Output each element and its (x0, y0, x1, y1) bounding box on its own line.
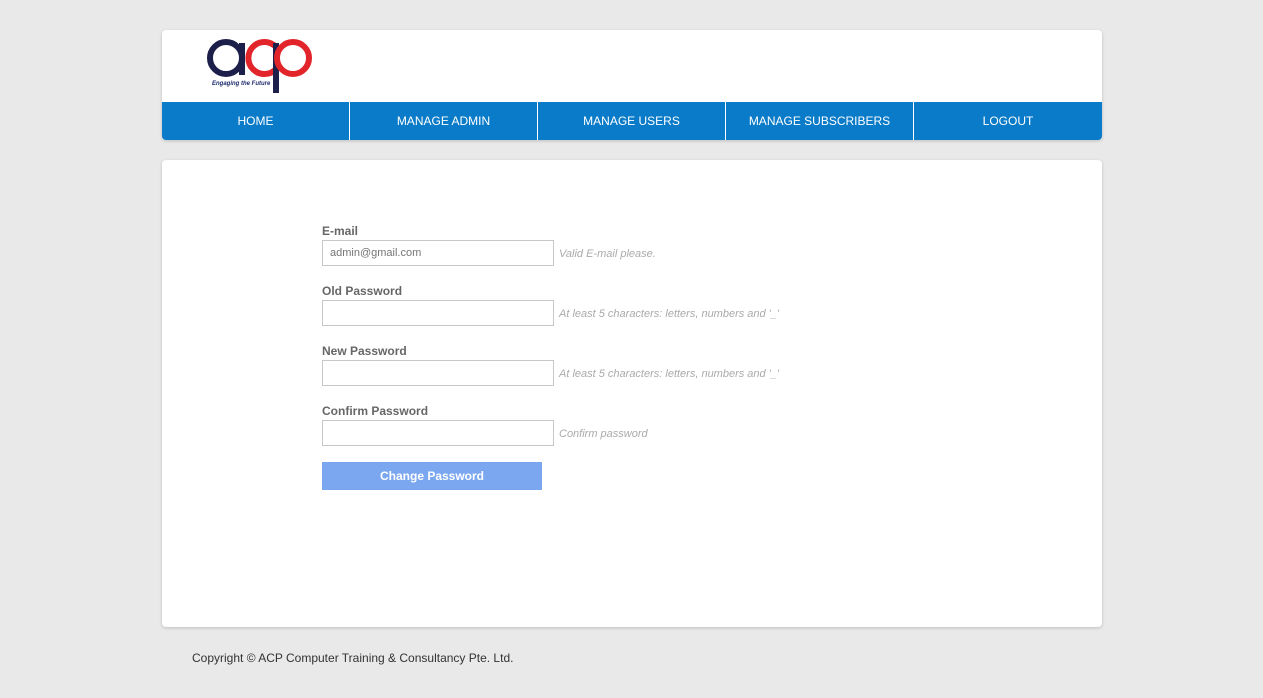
old-password-label: Old Password (322, 284, 403, 298)
confirm-password-hint: Confirm password (559, 428, 648, 440)
logo-tagline: Engaging the Future (212, 81, 271, 87)
confirm-password-label: Confirm Password (322, 404, 429, 418)
change-password-button[interactable]: Change Password (322, 462, 542, 490)
confirm-password-field[interactable] (322, 420, 554, 446)
confirm-password-field-group: Confirm Password Confirm password (322, 404, 922, 464)
email-field[interactable] (322, 240, 554, 266)
old-password-field[interactable] (322, 300, 554, 326)
footer-copyright: Copyright © ACP Computer Training & Cons… (192, 651, 514, 665)
email-field-group: E-mail Valid E-mail please. (322, 224, 922, 284)
nav-item-manage-subscribers[interactable]: MANAGE SUBSCRIBERS (726, 102, 914, 140)
new-password-field[interactable] (322, 360, 554, 386)
old-password-field-group: Old Password At least 5 characters: lett… (322, 284, 922, 344)
change-password-form: E-mail Valid E-mail please. Old Password… (322, 224, 922, 464)
email-label: E-mail (322, 224, 359, 238)
main-card: E-mail Valid E-mail please. Old Password… (162, 160, 1102, 627)
new-password-field-group: New Password At least 5 characters: lett… (322, 344, 922, 404)
email-hint: Valid E-mail please. (559, 248, 656, 260)
acp-logo[interactable]: Engaging the Future (204, 34, 316, 96)
nav-item-manage-users[interactable]: MANAGE USERS (538, 102, 726, 140)
old-password-hint: At least 5 characters: letters, numbers … (559, 308, 780, 320)
nav-item-manage-admin[interactable]: MANAGE ADMIN (350, 102, 538, 140)
nav-item-home[interactable]: HOME (162, 102, 350, 140)
new-password-label: New Password (322, 344, 407, 358)
new-password-hint: At least 5 characters: letters, numbers … (559, 368, 780, 380)
header-card: Engaging the Future HOME MANAGE ADMIN MA… (162, 30, 1102, 140)
main-nav: HOME MANAGE ADMIN MANAGE USERS MANAGE SU… (162, 102, 1102, 140)
nav-item-logout[interactable]: LOGOUT (914, 102, 1102, 140)
